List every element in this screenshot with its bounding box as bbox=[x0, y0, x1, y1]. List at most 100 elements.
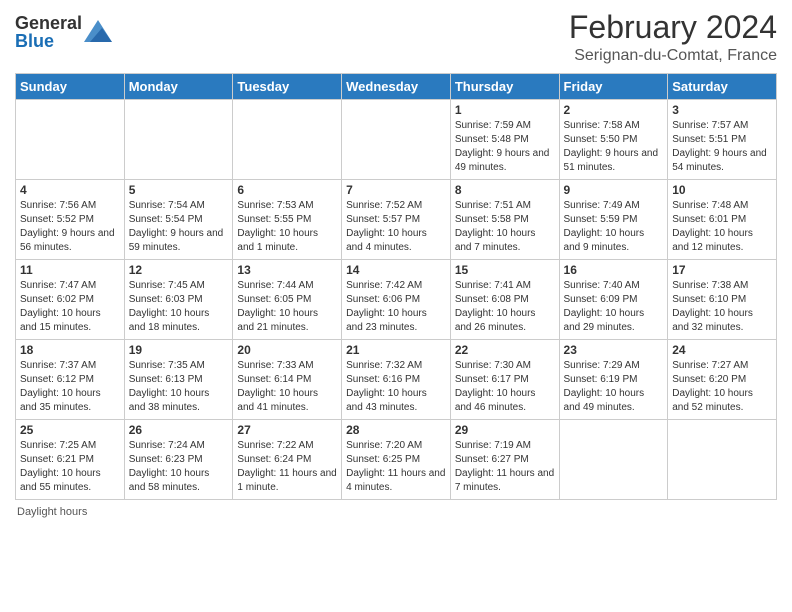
day-number: 20 bbox=[237, 343, 337, 357]
header-tuesday: Tuesday bbox=[233, 74, 342, 100]
footer-note: Daylight hours bbox=[15, 506, 777, 518]
calendar-cell: 10 Sunrise: 7:48 AM Sunset: 6:01 PM Dayli… bbox=[668, 180, 777, 260]
day-info: Sunrise: 7:56 AM Sunset: 5:52 PM Dayligh… bbox=[20, 199, 120, 255]
day-info: Sunrise: 7:40 AM Sunset: 6:09 PM Dayligh… bbox=[564, 279, 664, 335]
calendar-cell bbox=[233, 100, 342, 180]
calendar-cell: 4 Sunrise: 7:56 AM Sunset: 5:52 PM Daylig… bbox=[16, 180, 125, 260]
day-number: 19 bbox=[129, 343, 229, 357]
calendar-cell: 23 Sunrise: 7:29 AM Sunset: 6:19 PM Dayli… bbox=[559, 340, 668, 420]
day-number: 22 bbox=[455, 343, 555, 357]
header-saturday: Saturday bbox=[668, 74, 777, 100]
main-title: February 2024 bbox=[569, 10, 777, 45]
header-sunday: Sunday bbox=[16, 74, 125, 100]
calendar-cell: 16 Sunrise: 7:40 AM Sunset: 6:09 PM Dayli… bbox=[559, 260, 668, 340]
subtitle: Serignan-du-Comtat, France bbox=[569, 47, 777, 65]
week-row-4: 18 Sunrise: 7:37 AM Sunset: 6:12 PM Dayli… bbox=[16, 340, 777, 420]
calendar-cell: 14 Sunrise: 7:42 AM Sunset: 6:06 PM Dayli… bbox=[342, 260, 451, 340]
day-info: Sunrise: 7:42 AM Sunset: 6:06 PM Dayligh… bbox=[346, 279, 446, 335]
logo-icon bbox=[84, 20, 112, 42]
calendar-cell: 24 Sunrise: 7:27 AM Sunset: 6:20 PM Dayli… bbox=[668, 340, 777, 420]
calendar-cell: 18 Sunrise: 7:37 AM Sunset: 6:12 PM Dayli… bbox=[16, 340, 125, 420]
day-number: 5 bbox=[129, 183, 229, 197]
logo-blue: Blue bbox=[15, 32, 82, 50]
day-info: Sunrise: 7:27 AM Sunset: 6:20 PM Dayligh… bbox=[672, 359, 772, 415]
day-info: Sunrise: 7:49 AM Sunset: 5:59 PM Dayligh… bbox=[564, 199, 664, 255]
day-number: 28 bbox=[346, 423, 446, 437]
calendar-cell: 12 Sunrise: 7:45 AM Sunset: 6:03 PM Dayli… bbox=[124, 260, 233, 340]
day-info: Sunrise: 7:20 AM Sunset: 6:25 PM Dayligh… bbox=[346, 439, 446, 495]
day-info: Sunrise: 7:59 AM Sunset: 5:48 PM Dayligh… bbox=[455, 119, 555, 175]
day-number: 23 bbox=[564, 343, 664, 357]
header-wednesday: Wednesday bbox=[342, 74, 451, 100]
day-number: 24 bbox=[672, 343, 772, 357]
page: General Blue February 2024 Serignan-du-C… bbox=[0, 0, 792, 612]
calendar-cell: 3Sunrise: 7:57 AM Sunset: 5:51 PM Daylig… bbox=[668, 100, 777, 180]
calendar-table: Sunday Monday Tuesday Wednesday Thursday… bbox=[15, 73, 777, 500]
calendar-cell: 19 Sunrise: 7:35 AM Sunset: 6:13 PM Dayli… bbox=[124, 340, 233, 420]
day-info: Sunrise: 7:32 AM Sunset: 6:16 PM Dayligh… bbox=[346, 359, 446, 415]
calendar-cell: 1 Sunrise: 7:59 AM Sunset: 5:48 PM Daylig… bbox=[450, 100, 559, 180]
calendar-cell bbox=[124, 100, 233, 180]
day-info: Sunrise: 7:45 AM Sunset: 6:03 PM Dayligh… bbox=[129, 279, 229, 335]
day-info: Sunrise: 7:37 AM Sunset: 6:12 PM Dayligh… bbox=[20, 359, 120, 415]
day-info: Sunrise: 7:48 AM Sunset: 6:01 PM Dayligh… bbox=[672, 199, 772, 255]
day-info: Sunrise: 7:22 AM Sunset: 6:24 PM Dayligh… bbox=[237, 439, 337, 495]
day-number: 3 bbox=[672, 103, 772, 117]
day-info: Sunrise: 7:33 AM Sunset: 6:14 PM Dayligh… bbox=[237, 359, 337, 415]
calendar-cell: 7 Sunrise: 7:52 AM Sunset: 5:57 PM Daylig… bbox=[342, 180, 451, 260]
week-row-2: 4 Sunrise: 7:56 AM Sunset: 5:52 PM Daylig… bbox=[16, 180, 777, 260]
day-info: Sunrise: 7:35 AM Sunset: 6:13 PM Dayligh… bbox=[129, 359, 229, 415]
day-number: 16 bbox=[564, 263, 664, 277]
day-info: Sunrise: 7:41 AM Sunset: 6:08 PM Dayligh… bbox=[455, 279, 555, 335]
day-number: 21 bbox=[346, 343, 446, 357]
day-info: Sunrise: 7:47 AM Sunset: 6:02 PM Dayligh… bbox=[20, 279, 120, 335]
day-number: 12 bbox=[129, 263, 229, 277]
day-info: Sunrise: 7:25 AM Sunset: 6:21 PM Dayligh… bbox=[20, 439, 120, 495]
header-monday: Monday bbox=[124, 74, 233, 100]
calendar-cell: 8 Sunrise: 7:51 AM Sunset: 5:58 PM Daylig… bbox=[450, 180, 559, 260]
calendar-cell: 29 Sunrise: 7:19 AM Sunset: 6:27 PM Dayli… bbox=[450, 420, 559, 500]
calendar-cell: 17 Sunrise: 7:38 AM Sunset: 6:10 PM Dayli… bbox=[668, 260, 777, 340]
title-block: February 2024 Serignan-du-Comtat, France bbox=[569, 10, 777, 65]
logo: General Blue bbox=[15, 14, 112, 50]
day-info: Sunrise: 7:52 AM Sunset: 5:57 PM Dayligh… bbox=[346, 199, 446, 255]
day-info: Sunrise: 7:58 AM Sunset: 5:50 PM Dayligh… bbox=[564, 119, 664, 175]
day-number: 2 bbox=[564, 103, 664, 117]
calendar-cell: 9 Sunrise: 7:49 AM Sunset: 5:59 PM Daylig… bbox=[559, 180, 668, 260]
calendar-cell: 13Sunrise: 7:44 AM Sunset: 6:05 PM Dayli… bbox=[233, 260, 342, 340]
day-info: Sunrise: 7:24 AM Sunset: 6:23 PM Dayligh… bbox=[129, 439, 229, 495]
day-info: Sunrise: 7:29 AM Sunset: 6:19 PM Dayligh… bbox=[564, 359, 664, 415]
day-number: 1 bbox=[455, 103, 555, 117]
day-info: Sunrise: 7:19 AM Sunset: 6:27 PM Dayligh… bbox=[455, 439, 555, 495]
day-number: 6 bbox=[237, 183, 337, 197]
calendar-cell bbox=[668, 420, 777, 500]
day-info: Sunrise: 7:38 AM Sunset: 6:10 PM Dayligh… bbox=[672, 279, 772, 335]
day-number: 10 bbox=[672, 183, 772, 197]
logo-general: General bbox=[15, 14, 82, 32]
day-number: 27 bbox=[237, 423, 337, 437]
week-row-5: 25 Sunrise: 7:25 AM Sunset: 6:21 PM Dayli… bbox=[16, 420, 777, 500]
calendar-cell: 20 Sunrise: 7:33 AM Sunset: 6:14 PM Dayli… bbox=[233, 340, 342, 420]
day-number: 14 bbox=[346, 263, 446, 277]
day-number: 7 bbox=[346, 183, 446, 197]
day-info: Sunrise: 7:51 AM Sunset: 5:58 PM Dayligh… bbox=[455, 199, 555, 255]
calendar-cell: 6Sunrise: 7:53 AM Sunset: 5:55 PM Daylig… bbox=[233, 180, 342, 260]
day-number: 25 bbox=[20, 423, 120, 437]
header: General Blue February 2024 Serignan-du-C… bbox=[15, 10, 777, 65]
calendar-cell bbox=[559, 420, 668, 500]
calendar-cell: 28 Sunrise: 7:20 AM Sunset: 6:25 PM Dayli… bbox=[342, 420, 451, 500]
day-number: 26 bbox=[129, 423, 229, 437]
day-number: 29 bbox=[455, 423, 555, 437]
day-number: 4 bbox=[20, 183, 120, 197]
day-number: 13 bbox=[237, 263, 337, 277]
day-number: 15 bbox=[455, 263, 555, 277]
day-number: 9 bbox=[564, 183, 664, 197]
day-number: 8 bbox=[455, 183, 555, 197]
calendar-cell: 25 Sunrise: 7:25 AM Sunset: 6:21 PM Dayli… bbox=[16, 420, 125, 500]
calendar-cell bbox=[16, 100, 125, 180]
calendar-cell: 15 Sunrise: 7:41 AM Sunset: 6:08 PM Dayli… bbox=[450, 260, 559, 340]
calendar-cell bbox=[342, 100, 451, 180]
week-row-1: 1 Sunrise: 7:59 AM Sunset: 5:48 PM Daylig… bbox=[16, 100, 777, 180]
day-number: 18 bbox=[20, 343, 120, 357]
day-number: 17 bbox=[672, 263, 772, 277]
